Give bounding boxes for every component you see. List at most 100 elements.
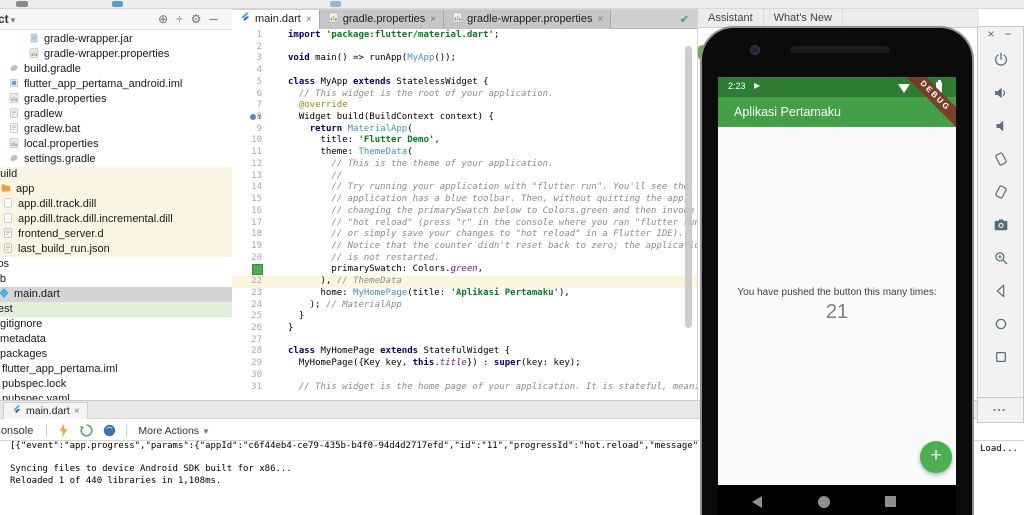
file-icon: [2, 197, 14, 209]
code-editor[interactable]: 1import 'package:flutter/material.dart';…: [232, 29, 697, 400]
flutter-run-icon[interactable]: [101, 422, 118, 439]
tab-assistant[interactable]: Assistant: [698, 9, 764, 27]
tab-whats-new[interactable]: What's New: [764, 9, 843, 27]
code-line-29: 29 MyHomePage({Key key, this.title}) : s…: [232, 358, 697, 370]
close-icon[interactable]: ×: [987, 27, 1004, 41]
zoom-icon[interactable]: [992, 249, 1010, 267]
nav-overview-button[interactable]: [885, 496, 896, 507]
project-view-selector[interactable]: Project: [0, 12, 9, 26]
tree-item-label: flutter_app_pertama.iml: [2, 363, 118, 375]
tree-item-pubspec-lock[interactable]: pubspec.lock: [0, 377, 232, 392]
volume-down-icon[interactable]: [992, 117, 1010, 135]
project-panel-actions[interactable]: ⊕÷⚙─: [158, 9, 226, 29]
code-line-24: 24 ); // MaterialApp: [232, 300, 697, 312]
line-number: 19: [232, 241, 262, 253]
close-icon[interactable]: ×: [306, 14, 312, 25]
script-icon: [2, 227, 14, 239]
console-output-fragment: Load...: [980, 444, 1018, 454]
tree-item-ios[interactable]: ios: [0, 257, 232, 272]
home-icon[interactable]: [992, 315, 1010, 333]
tree-item-settings-gradle[interactable]: settings.gradle: [0, 152, 232, 167]
chevron-down-icon: ▼: [202, 427, 210, 436]
tree-item-lib[interactable]: lib: [0, 272, 232, 287]
close-icon[interactable]: ×: [74, 405, 80, 417]
overview-icon[interactable]: [992, 348, 1010, 366]
editor-scrollbar[interactable]: [685, 46, 692, 328]
code-line-5: 5class MyApp extends StatelessWidget {: [232, 77, 697, 89]
tree-item-label: build.gradle: [24, 63, 81, 75]
tree-item-gradle-wrapper-properties[interactable]: gradle-wrapper.properties: [0, 47, 232, 62]
power-icon[interactable]: [992, 51, 1010, 69]
tree-item-app-dill-track-dill[interactable]: app.dill.track.dill: [0, 197, 232, 212]
code-line-6: 6 // This widget is the root of your app…: [232, 89, 697, 101]
color-swatch-green[interactable]: [252, 264, 263, 275]
tree-item-label: last_build_run.json: [18, 243, 110, 255]
code-line-31: 31 // This widget is the home page of yo…: [232, 382, 697, 394]
tree-item-gradle-wrapper-jar[interactable]: gradle-wrapper.jar: [0, 32, 232, 47]
tree-item-label: gradle-wrapper.jar: [44, 33, 133, 45]
editor-tab-gradle-properties[interactable]: gradle.properties×: [320, 10, 444, 29]
tree-item-pubspec-yaml[interactable]: pubspec.yaml: [0, 392, 232, 400]
line-number: 18: [232, 229, 262, 241]
script-icon: [8, 107, 20, 119]
tree-item--packages[interactable]: .packages: [0, 347, 232, 362]
code-line-23: 23 home: MyHomePage(title: 'Aplikasi Per…: [232, 288, 697, 300]
tree-item-build[interactable]: build: [0, 167, 232, 182]
minimize-icon[interactable]: −: [1005, 27, 1022, 41]
line-number: 22: [232, 276, 262, 288]
console-output[interactable]: [{"event":"app.progress","params":{"appI…: [10, 441, 698, 488]
nav-home-button[interactable]: [818, 496, 830, 508]
volume-up-icon[interactable]: [992, 84, 1010, 102]
android-studio-window: Project▾ ⊕÷⚙─ gradle-wrapper.jar gradle-w…: [0, 0, 1024, 515]
phone-nav-bar: [718, 485, 956, 515]
tab-label: gradle-wrapper.properties: [467, 13, 592, 25]
line-number: 9: [232, 124, 262, 136]
toolbar-partial-icon: [330, 1, 341, 7]
props-icon: [8, 137, 20, 149]
line-number: 25: [232, 311, 262, 323]
run-tab-main-dart[interactable]: main.dart×: [3, 402, 88, 419]
tree-item-app-dill-track-dill-incremental-dill[interactable]: app.dill.track.dill.incremental.dill: [0, 212, 232, 227]
hot-reload-icon[interactable]: [55, 422, 72, 439]
inspections-ok-icon[interactable]: ✔: [680, 13, 689, 26]
tree-item--metadata[interactable]: .metadata: [0, 332, 232, 347]
tree-item-flutter-app-pertama-android-iml[interactable]: flutter_app_pertama_android.iml: [0, 77, 232, 92]
tree-item-flutter-app-pertama-iml[interactable]: flutter_app_pertama.iml: [0, 362, 232, 377]
emulator-more-button[interactable]: [977, 397, 1024, 423]
rotate-right-icon[interactable]: [992, 183, 1010, 201]
code-line-4: 4: [232, 65, 697, 77]
tree-item-gradlew-bat[interactable]: gradlew.bat: [0, 122, 232, 137]
tree-item-last-build-run-json[interactable]: last_build_run.json: [0, 242, 232, 257]
nav-back-button[interactable]: [752, 496, 762, 508]
tree-item-main-dart[interactable]: main.dart: [0, 287, 232, 302]
back-icon[interactable]: [992, 282, 1010, 300]
tree-item-label: .metadata: [0, 333, 46, 345]
code-line-21: 21 primarySwatch: Colors.green,: [232, 264, 697, 276]
screenshot-icon[interactable]: [992, 216, 1010, 234]
tree-item-test[interactable]: test: [0, 302, 232, 317]
code-line-9: 9 return MaterialApp(: [232, 124, 697, 136]
tree-item-frontend-server-d[interactable]: frontend_server.d: [0, 227, 232, 242]
tree-item-build-gradle[interactable]: build.gradle: [0, 62, 232, 77]
close-icon[interactable]: ×: [597, 14, 603, 25]
editor-tab-main-dart[interactable]: main.dart×: [232, 10, 320, 29]
tree-item-local-properties[interactable]: local.properties: [0, 137, 232, 152]
console-tab[interactable]: Console: [0, 421, 41, 441]
tree-item-gradlew[interactable]: gradlew: [0, 107, 232, 122]
code-line-15: 15 // application has a blue toolbar. Th…: [232, 194, 697, 206]
fab-add-button[interactable]: +: [920, 441, 952, 473]
chevron-down-icon: ▾: [11, 15, 16, 25]
tree-item-gradle-properties[interactable]: gradle.properties: [0, 92, 232, 107]
counter-caption: You have pushed the button this many tim…: [718, 127, 956, 298]
tree-item-label: frontend_server.d: [18, 228, 104, 240]
override-marker-icon[interactable]: [250, 112, 264, 122]
editor-tab-gradle-wrapper-properties[interactable]: gradle-wrapper.properties ×: [444, 10, 611, 29]
close-icon[interactable]: ×: [430, 14, 436, 25]
tree-item--gitignore[interactable]: .gitignore: [0, 317, 232, 332]
more-actions-button[interactable]: More Actions ▼: [138, 425, 210, 437]
hot-restart-icon[interactable]: [78, 422, 95, 439]
tree-item-label: main.dart: [14, 288, 60, 300]
code-line-11: 11 theme: ThemeData(: [232, 147, 697, 159]
rotate-left-icon[interactable]: [992, 150, 1010, 168]
tree-item-app[interactable]: app: [0, 182, 232, 197]
